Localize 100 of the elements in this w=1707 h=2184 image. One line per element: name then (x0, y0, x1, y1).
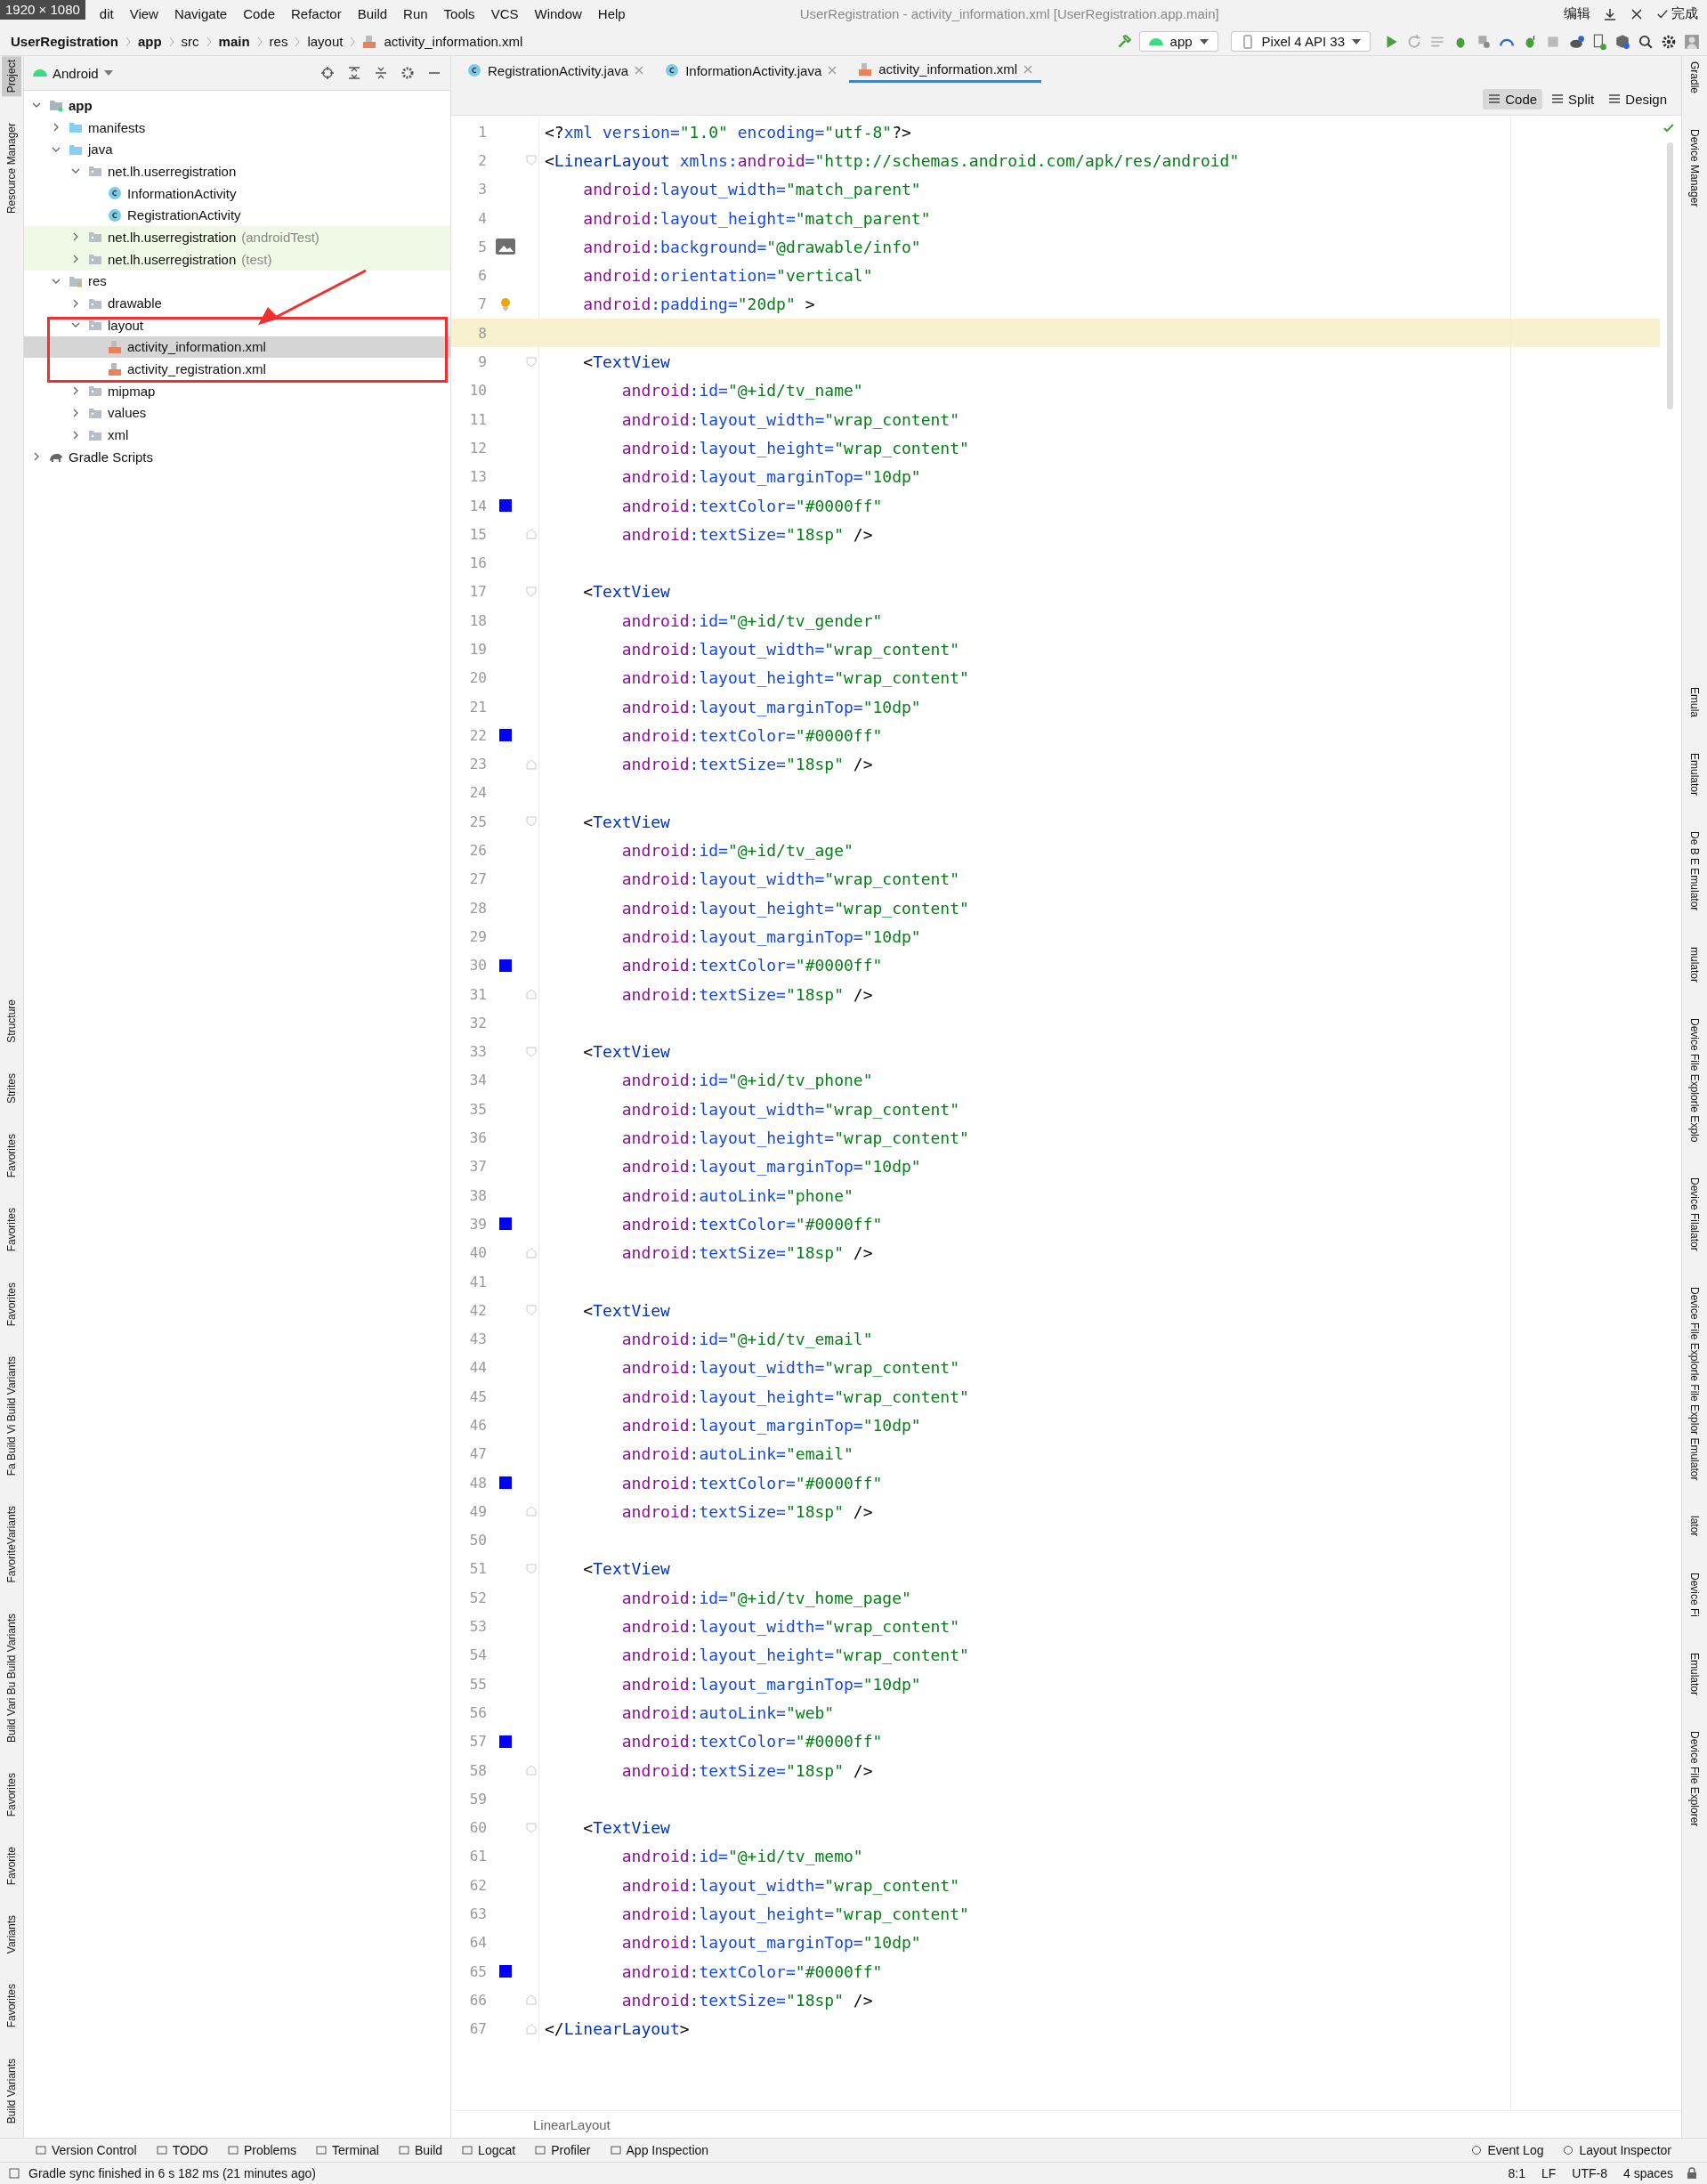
breadcrumb[interactable]: src (181, 34, 199, 49)
breadcrumb[interactable]: app (137, 34, 162, 49)
breadcrumb[interactable]: activity_information.xml (384, 34, 523, 49)
tool-window-tab[interactable]: Device Manager (1688, 129, 1701, 207)
view-mode-toggle[interactable]: Split (1546, 88, 1600, 109)
tree-item[interactable]: manifests (88, 119, 146, 135)
locate-icon[interactable] (320, 66, 335, 80)
breadcrumb[interactable]: res (269, 34, 288, 49)
menu-item[interactable]: Navigate (172, 6, 230, 21)
tree-item[interactable]: Gradle Scripts (69, 449, 154, 465)
device-dropdown[interactable]: Pixel 4 API 33 (1230, 31, 1371, 52)
tool-window-button[interactable]: Logcat (462, 2143, 516, 2157)
tool-window-tab[interactable]: mulator (1688, 946, 1701, 983)
breadcrumb[interactable]: layout (307, 34, 344, 49)
editor-tab[interactable]: RegistrationActivity.java (458, 58, 653, 83)
tool-window-tab[interactable]: Favorites (2, 1204, 21, 1256)
tool-window-tab[interactable]: Project (2, 56, 21, 97)
color-swatch[interactable] (499, 1965, 512, 1978)
structure-path[interactable]: LinearLayout (533, 2116, 611, 2132)
tool-window-tab[interactable]: Build Variants (2, 2054, 21, 2127)
selected-tree-row[interactable]: activity_information.xml (24, 336, 450, 359)
tool-window-button[interactable]: App Inspection (610, 2143, 709, 2157)
tool-window-tab[interactable]: Favorite (2, 1843, 21, 1889)
tree-item[interactable]: net.lh.userregistration (108, 163, 237, 179)
tool-window-button[interactable]: Event Log (1471, 2143, 1544, 2157)
tool-window-tab[interactable]: Favorites (2, 1980, 21, 2032)
color-swatch[interactable] (499, 499, 512, 512)
sdk-icon[interactable] (1614, 33, 1630, 50)
tree-item[interactable]: java (88, 142, 113, 158)
tool-window-button[interactable]: TODO (156, 2143, 208, 2157)
menu-item[interactable]: Window (532, 6, 584, 21)
tool-window-tab[interactable]: Variants (2, 1912, 21, 1958)
tool-window-tab[interactable]: Device Filalator (1688, 1177, 1701, 1251)
menu-item[interactable]: Tools (441, 6, 477, 21)
breadcrumb[interactable]: main (218, 34, 250, 49)
color-swatch[interactable] (499, 729, 512, 742)
view-mode-toggle[interactable]: Design (1603, 88, 1672, 109)
lock-icon[interactable] (1686, 2167, 1698, 2180)
tool-window-button[interactable]: Version Control (36, 2143, 137, 2157)
project-view-dropdown[interactable]: Android (33, 65, 113, 81)
tool-window-tab[interactable]: Device Fi (1688, 1572, 1701, 1617)
tree-item[interactable]: mipmap (108, 383, 156, 399)
done-button[interactable]: 完成 (1656, 5, 1698, 22)
tool-window-tab[interactable]: Build Vari Bu Build Variants (2, 1609, 21, 1746)
tool-window-tab[interactable]: Gradle (1688, 61, 1701, 94)
tool-window-tab[interactable]: Device File Explorle File Explor Emulator (1688, 1286, 1701, 1481)
tree-item[interactable]: res (88, 273, 107, 289)
menu-item[interactable]: Help (595, 6, 627, 21)
search-icon[interactable] (1638, 33, 1654, 50)
tool-window-button[interactable]: Problems (227, 2143, 297, 2157)
coverage-icon[interactable] (1476, 33, 1492, 50)
menu-item[interactable]: Run (401, 6, 430, 21)
tool-window-tab[interactable]: Device File Explorle Explo (1688, 1017, 1701, 1143)
tool-window-tab[interactable]: Emulator (1688, 1652, 1701, 1695)
menu-item[interactable]: Build (355, 6, 390, 21)
tool-window-tab[interactable]: Strites (2, 1069, 21, 1107)
tool-window-button[interactable]: Terminal (316, 2143, 379, 2157)
color-swatch[interactable] (499, 1476, 512, 1490)
collapse-all-icon[interactable] (374, 66, 388, 80)
tool-window-tab[interactable]: Resource Manager (2, 119, 21, 218)
avatar-icon[interactable] (1684, 33, 1700, 50)
view-mode-toggle[interactable]: Code (1483, 88, 1543, 109)
image-icon[interactable] (496, 239, 515, 255)
tree-item[interactable]: layout (108, 317, 144, 333)
tree-item[interactable]: activity_registration.xml (127, 361, 266, 377)
menu-item[interactable]: VCS (489, 6, 521, 21)
tree-item[interactable]: net.lh.userregistration (108, 229, 237, 245)
editor-tab[interactable]: InformationActivity.java (656, 58, 846, 83)
tool-window-tab[interactable]: FavoriteVariants (2, 1502, 21, 1587)
tool-window-tab[interactable]: Structure (2, 996, 21, 1047)
tool-window-tab[interactable]: Emulator (1688, 753, 1701, 797)
tree-item[interactable]: RegistrationActivity (127, 207, 241, 223)
close-icon[interactable] (1630, 6, 1644, 21)
settings-icon[interactable] (1661, 33, 1677, 50)
status-item[interactable]: 8:1 (1504, 2166, 1529, 2180)
status-item[interactable]: LF (1537, 2166, 1560, 2180)
tool-window-tab[interactable]: De B E Emulator (1688, 831, 1701, 911)
settings-icon[interactable] (400, 66, 415, 80)
tool-window-tab[interactable]: Fa Build Vi Build Variants (2, 1352, 21, 1480)
tree-item[interactable]: xml (108, 427, 129, 443)
color-swatch[interactable] (499, 1735, 512, 1748)
menu-item[interactable]: Refactor (289, 6, 344, 21)
tree-item[interactable]: activity_information.xml (127, 339, 266, 355)
color-swatch[interactable] (499, 1217, 512, 1231)
expand-all-icon[interactable] (347, 66, 361, 80)
menu-item[interactable]: dit (97, 6, 116, 21)
run-config-dropdown[interactable]: app (1138, 31, 1218, 52)
tree-item[interactable]: InformationActivity (127, 185, 237, 201)
tool-window-button[interactable]: Profiler (535, 2143, 591, 2157)
tree-item[interactable]: values (108, 405, 147, 421)
tree-item[interactable]: app (69, 97, 93, 113)
tool-window-button[interactable]: Layout Inspector (1563, 2143, 1671, 2157)
tool-window-tab[interactable]: Device File Explorer (1688, 1730, 1701, 1827)
test-source-row[interactable]: net.lh.userregistration (test) (24, 247, 450, 271)
tool-window-tab[interactable]: Favorites (2, 1129, 21, 1182)
status-item[interactable]: UTF-8 (1568, 2166, 1611, 2180)
device-manager-icon[interactable] (1591, 33, 1607, 50)
test-source-row[interactable]: net.lh.userregistration (androidTest) (24, 226, 450, 248)
tool-window-tab[interactable]: Favorites (2, 1768, 21, 1820)
breadcrumb[interactable]: UserRegistration (11, 34, 118, 49)
